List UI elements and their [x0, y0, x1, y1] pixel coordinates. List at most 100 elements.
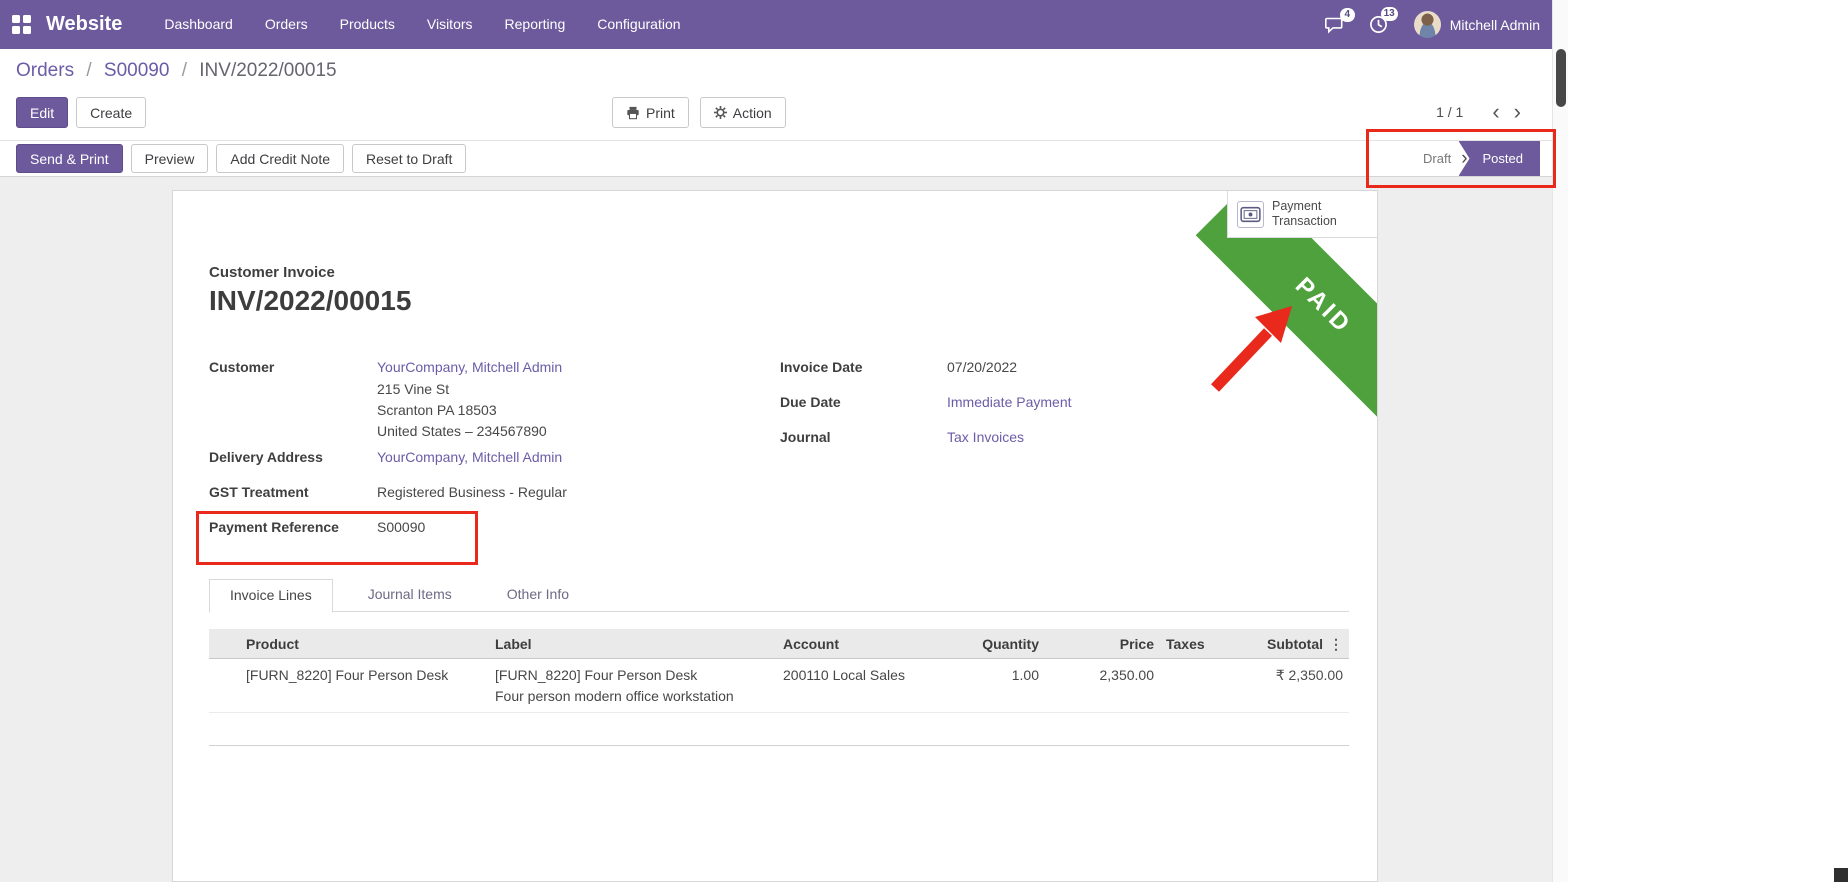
invoice-date-value: 07/20/2022 — [947, 359, 1017, 375]
column-header-price[interactable]: Price — [1047, 629, 1158, 658]
invoice-lines-table: Product Label Account Quantity Price Tax… — [209, 629, 1349, 713]
journal-label: Journal — [780, 429, 831, 445]
nav-item-reporting[interactable]: Reporting — [489, 0, 582, 49]
payment-reference-label: Payment Reference — [209, 519, 339, 535]
breadcrumb-current: INV/2022/00015 — [199, 60, 336, 81]
gst-treatment-label: GST Treatment — [209, 484, 309, 500]
column-header-quantity[interactable]: Quantity — [933, 629, 1047, 658]
breadcrumb-orders[interactable]: Orders — [16, 60, 74, 81]
preview-button[interactable]: Preview — [131, 144, 209, 173]
statusbar-buttons: Send & Print Preview Add Credit Note Res… — [16, 144, 466, 173]
activities-icon[interactable]: 13 — [1369, 15, 1388, 34]
invoice-date-label: Invoice Date — [780, 359, 862, 375]
status-widget: Draft › Posted — [1423, 141, 1540, 176]
browser-page: Website Dashboard Orders Products Visito… — [0, 0, 1568, 882]
status-posted[interactable]: Posted — [1459, 141, 1540, 176]
nav-item-dashboard[interactable]: Dashboard — [148, 0, 249, 49]
tab-other-info[interactable]: Other Info — [487, 579, 589, 611]
printer-icon — [626, 106, 640, 120]
control-panel-center: Print Action — [612, 97, 786, 128]
screen-corner-artifact — [1834, 868, 1848, 882]
payment-reference-value: S00090 — [377, 519, 425, 535]
cell-account[interactable]: 200110 Local Sales — [783, 659, 933, 712]
messages-badge: 4 — [1340, 8, 1355, 22]
pager-previous-icon[interactable]: ‹ — [1485, 98, 1506, 126]
tab-journal-items[interactable]: Journal Items — [348, 579, 472, 611]
breadcrumb-separator: / — [86, 60, 91, 81]
messages-icon[interactable]: 4 — [1325, 16, 1345, 34]
action-label: Action — [733, 105, 772, 121]
nav-item-configuration[interactable]: Configuration — [581, 0, 696, 49]
nav-item-visitors[interactable]: Visitors — [411, 0, 489, 49]
send-print-button[interactable]: Send & Print — [16, 144, 123, 173]
breadcrumb-separator: / — [182, 60, 187, 81]
customer-label: Customer — [209, 359, 274, 375]
pager-next-icon[interactable]: › — [1507, 98, 1528, 126]
optional-columns-icon[interactable]: ⋮ — [1325, 629, 1347, 659]
vertical-scrollbar[interactable] — [1552, 0, 1568, 882]
edit-button[interactable]: Edit — [16, 97, 68, 128]
cell-price[interactable]: 2,350.00 — [1047, 659, 1158, 712]
customer-address-line3: United States – 234567890 — [377, 423, 547, 439]
reset-to-draft-button[interactable]: Reset to Draft — [352, 144, 466, 173]
app-name[interactable]: Website — [46, 13, 122, 36]
totals-separator — [209, 745, 1349, 746]
column-header-product[interactable]: Product — [238, 629, 493, 658]
pager: 1 / 1 ‹ › — [1436, 98, 1528, 126]
systray: 4 13 Mitchell Admin — [1301, 11, 1540, 38]
customer-link[interactable]: YourCompany, Mitchell Admin — [377, 359, 562, 375]
pager-value: 1 / 1 — [1436, 104, 1463, 120]
apps-menu-icon[interactable] — [12, 15, 32, 35]
cell-product[interactable]: [FURN_8220] Four Person Desk — [238, 659, 493, 712]
nav-item-orders[interactable]: Orders — [249, 0, 324, 49]
create-button[interactable]: Create — [76, 97, 146, 128]
status-chevron-icon: › — [1461, 141, 1467, 176]
table-header-row: Product Label Account Quantity Price Tax… — [209, 629, 1349, 659]
cell-subtotal[interactable]: ₹ 2,350.00 — [1213, 659, 1349, 712]
activities-badge: 13 — [1381, 7, 1398, 21]
cell-taxes[interactable] — [1158, 659, 1213, 712]
user-avatar[interactable] — [1414, 11, 1441, 38]
print-label: Print — [646, 105, 675, 121]
invoice-sheet: Payment Transaction PAID Customer Invoic… — [172, 190, 1378, 882]
column-header-account[interactable]: Account — [783, 629, 933, 658]
payment-transaction-button[interactable]: Payment Transaction — [1227, 191, 1377, 238]
delivery-address-link[interactable]: YourCompany, Mitchell Admin — [377, 449, 562, 465]
gear-icon — [714, 106, 727, 119]
column-header-label[interactable]: Label — [493, 629, 783, 658]
gst-treatment-value: Registered Business - Regular — [377, 484, 567, 500]
statusbar: Send & Print Preview Add Credit Note Res… — [0, 140, 1552, 177]
payment-transaction-label: Payment Transaction — [1272, 199, 1337, 229]
cell-label[interactable]: [FURN_8220] Four Person Desk Four person… — [493, 659, 783, 712]
due-date-label: Due Date — [780, 394, 841, 410]
print-button[interactable]: Print — [612, 97, 689, 128]
nav-item-products[interactable]: Products — [324, 0, 411, 49]
journal-value[interactable]: Tax Invoices — [947, 429, 1024, 445]
column-header-taxes[interactable]: Taxes — [1158, 629, 1213, 658]
form-view-background: Payment Transaction PAID Customer Invoic… — [0, 177, 1552, 882]
customer-address-line1: 215 Vine St — [377, 381, 449, 397]
due-date-value[interactable]: Immediate Payment — [947, 394, 1072, 410]
status-draft[interactable]: Draft — [1423, 151, 1451, 166]
cell-quantity[interactable]: 1.00 — [933, 659, 1047, 712]
top-navbar: Website Dashboard Orders Products Visito… — [0, 0, 1552, 49]
control-panel: Edit Create Print — [0, 90, 1552, 140]
paid-ribbon-label: PAID — [1289, 272, 1357, 340]
add-credit-note-button[interactable]: Add Credit Note — [216, 144, 344, 173]
action-button[interactable]: Action — [700, 97, 786, 128]
breadcrumb-sale-order[interactable]: S00090 — [104, 60, 170, 81]
document-type-label: Customer Invoice — [209, 264, 335, 281]
tab-invoice-lines[interactable]: Invoice Lines — [209, 579, 333, 613]
control-panel-left: Edit Create — [16, 97, 146, 128]
row-handle-column-header — [209, 629, 238, 658]
notebook-tabs: Invoice Lines Journal Items Other Info — [209, 579, 1349, 612]
table-row[interactable]: [FURN_8220] Four Person Desk [FURN_8220]… — [209, 659, 1349, 713]
user-name[interactable]: Mitchell Admin — [1450, 17, 1540, 33]
row-handle-cell — [209, 659, 238, 712]
delivery-address-label: Delivery Address — [209, 449, 323, 465]
breadcrumb: Orders / S00090 / INV/2022/00015 — [16, 60, 337, 82]
scrollbar-thumb[interactable] — [1556, 49, 1566, 107]
banknote-icon — [1237, 201, 1264, 228]
customer-address-line2: Scranton PA 18503 — [377, 402, 497, 418]
navbar-menu: Dashboard Orders Products Visitors Repor… — [148, 0, 696, 49]
